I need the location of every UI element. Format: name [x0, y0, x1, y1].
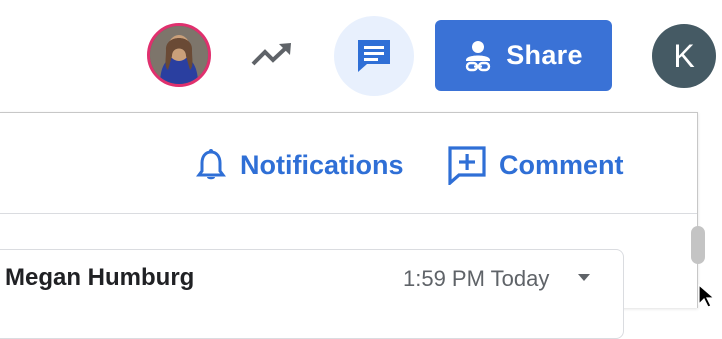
collaborator-avatar[interactable]: [147, 23, 211, 87]
account-initial: K: [673, 37, 695, 74]
trending-up-icon: [251, 43, 291, 66]
add-comment-button[interactable]: Comment: [447, 145, 624, 185]
account-avatar[interactable]: K: [652, 24, 716, 88]
top-toolbar: Share K: [0, 0, 722, 112]
mouse-cursor-icon: [697, 283, 719, 313]
notifications-button[interactable]: Notifications: [196, 145, 404, 185]
caret-down-icon[interactable]: [578, 274, 590, 281]
notifications-label: Notifications: [240, 149, 404, 180]
collaborator-photo-icon: [150, 26, 208, 84]
comment-card[interactable]: Megan Humburg 1:59 PM Today: [0, 249, 624, 339]
share-button[interactable]: Share: [435, 20, 612, 91]
comments-icon: [358, 40, 390, 72]
comments-panel: Notifications Comment Megan Humburg 1:59…: [0, 112, 698, 339]
comments-button[interactable]: [334, 16, 414, 96]
comment-author: Megan Humburg: [5, 264, 195, 291]
comment-label: Comment: [499, 149, 624, 180]
comments-panel-header: Notifications Comment: [0, 113, 697, 214]
bell-icon: [196, 149, 226, 180]
share-button-label: Share: [506, 40, 583, 70]
add-comment-icon: [448, 146, 486, 185]
comment-timestamp: 1:59 PM Today: [403, 266, 550, 291]
activity-dashboard-button[interactable]: [248, 38, 296, 72]
share-person-link-icon: [466, 40, 491, 71]
panel-scrollbar-thumb[interactable]: [691, 226, 705, 264]
